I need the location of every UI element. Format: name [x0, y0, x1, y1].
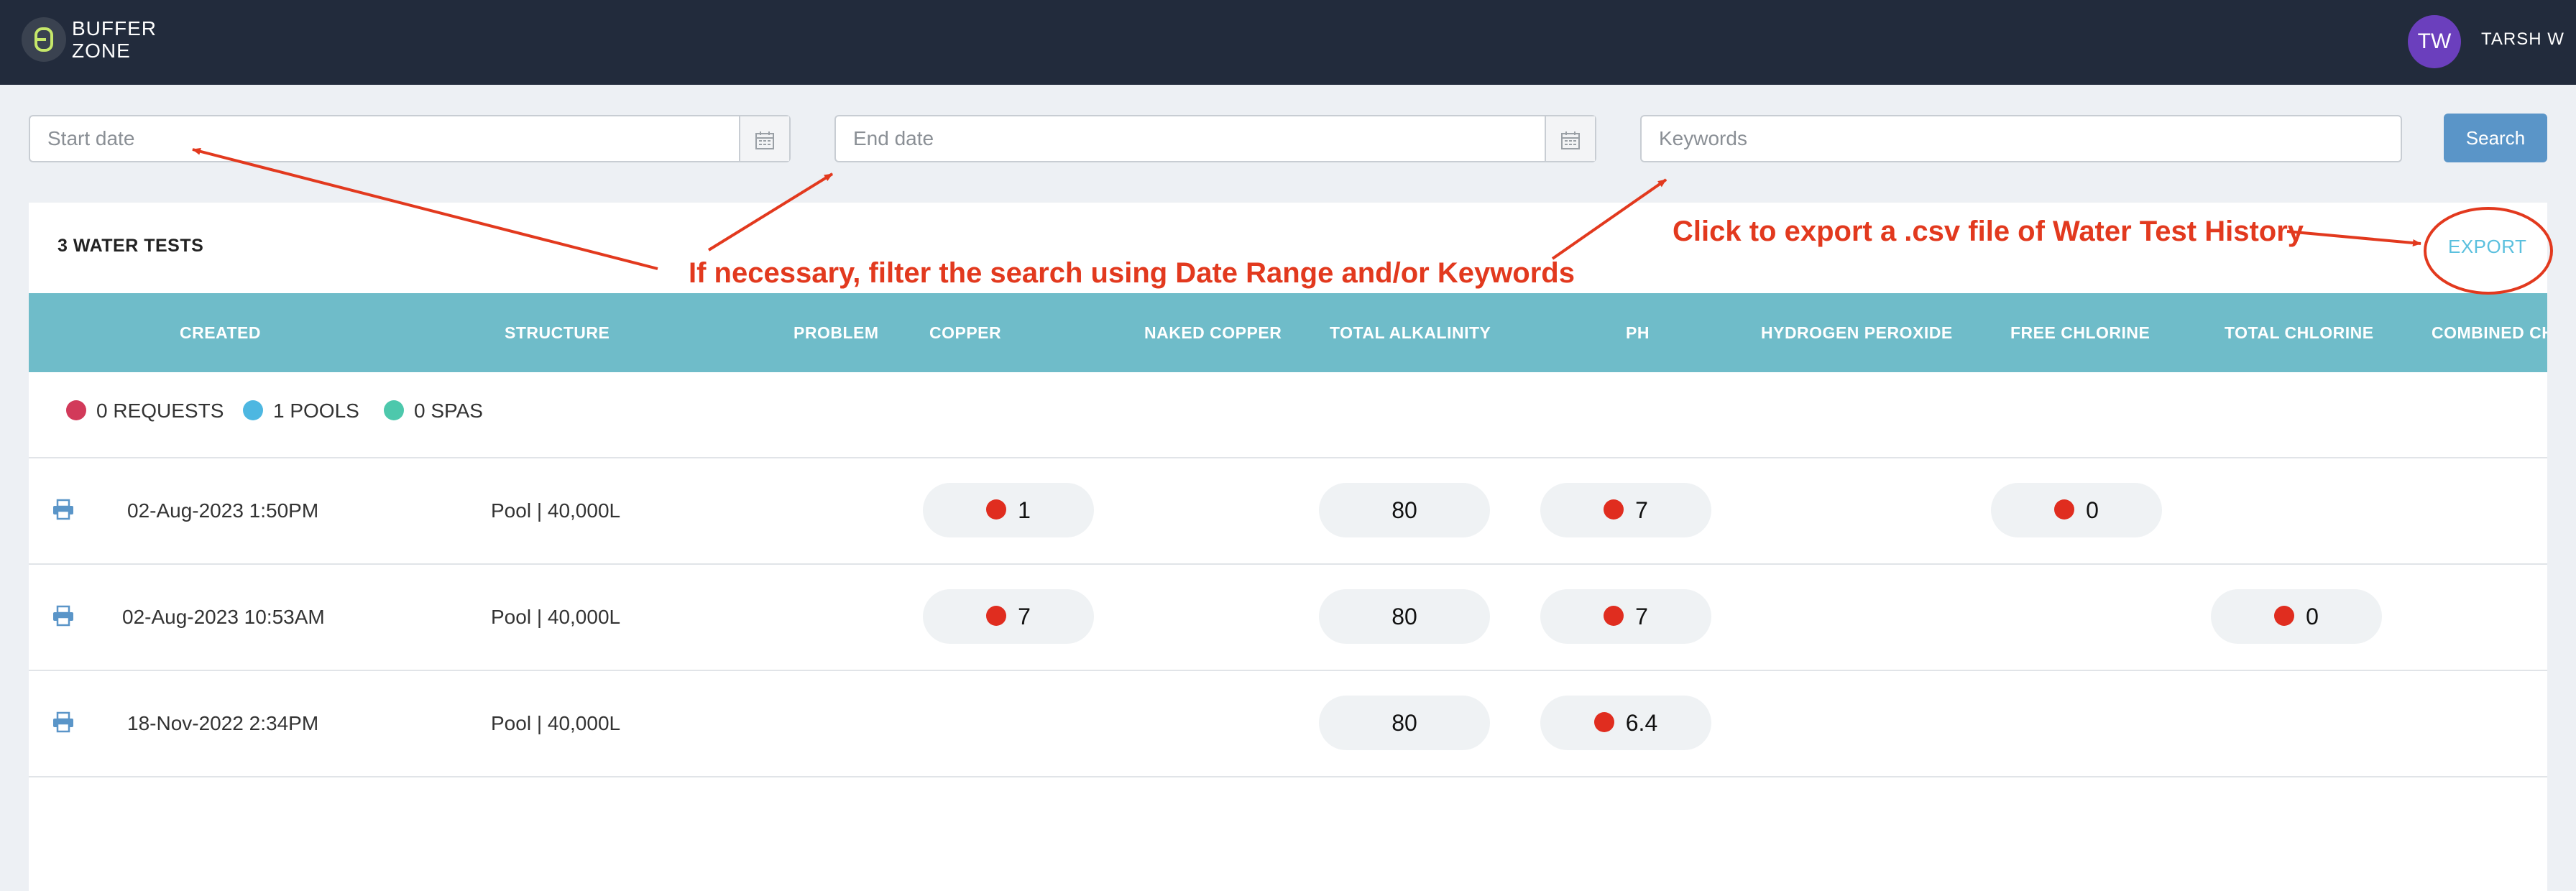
filter-hint-annotation: If necessary, filter the search using Da…	[689, 257, 1575, 289]
annotation-arrows	[192, 147, 2553, 295]
export-highlight-circle	[2424, 207, 2553, 295]
arrow-to-start-date	[192, 147, 658, 270]
arrow-to-export	[2286, 230, 2421, 246]
arrow-to-end-date	[707, 172, 834, 251]
arrow-to-keywords	[1551, 178, 1668, 260]
export-hint-annotation: Click to export a .csv file of Water Tes…	[1673, 216, 2304, 247]
